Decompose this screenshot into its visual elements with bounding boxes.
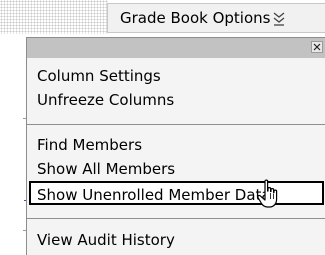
grade-book-options-menu: Column Settings Unfreeze Columns Find Me… xyxy=(26,37,325,255)
menu-item-unfreeze-columns[interactable]: Unfreeze Columns xyxy=(27,88,325,112)
menu-separator xyxy=(27,124,325,125)
menu-group-columns: Column Settings Unfreeze Columns xyxy=(27,64,325,112)
close-icon[interactable] xyxy=(311,41,323,53)
menu-item-label: Unfreeze Columns xyxy=(37,91,175,109)
menu-item-show-all-members[interactable]: Show All Members xyxy=(27,157,325,181)
menu-group-members: Find Members Show All Members Show Unenr… xyxy=(27,133,325,205)
background-pattern xyxy=(0,0,108,34)
menu-titlebar xyxy=(27,38,325,58)
menu-item-label: Find Members xyxy=(37,136,143,154)
grade-book-options-button[interactable]: Grade Book Options xyxy=(107,3,325,33)
menu-group-audit: View Audit History xyxy=(27,228,325,252)
menu-item-label: Column Settings xyxy=(37,67,161,85)
menu-separator xyxy=(27,218,325,219)
menu-item-label: Show All Members xyxy=(37,160,176,178)
menu-item-column-settings[interactable]: Column Settings xyxy=(27,64,325,88)
grade-book-options-label: Grade Book Options xyxy=(120,9,271,27)
double-chevron-down-icon xyxy=(272,9,286,27)
menu-item-show-unenrolled-member-data[interactable]: Show Unenrolled Member Data xyxy=(29,181,324,205)
menu-item-view-audit-history[interactable]: View Audit History xyxy=(27,228,325,252)
menu-item-label: View Audit History xyxy=(37,231,175,249)
menu-item-label: Show Unenrolled Member Data xyxy=(37,186,271,204)
menu-item-find-members[interactable]: Find Members xyxy=(27,133,325,157)
